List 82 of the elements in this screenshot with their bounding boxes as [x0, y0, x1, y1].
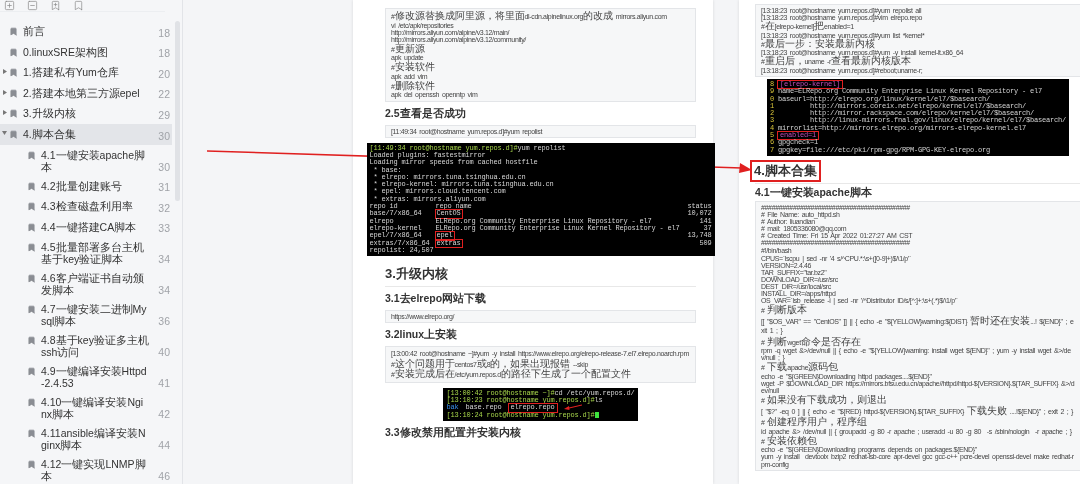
bookmark-icon	[27, 336, 36, 346]
outline-title: 4.6客户端证书自动颁发脚本	[41, 272, 145, 297]
outline-item[interactable]: 0.linuxSRE架构图 18	[0, 41, 172, 63]
outline-title: 1.搭建私有Yum仓库	[23, 66, 120, 79]
bookmark-icon	[27, 305, 36, 315]
page-number: 33	[158, 222, 170, 235]
outline-item[interactable]: 4.9一键编译安装Httpd-2.4.53 41	[0, 361, 172, 393]
collapse-all-icon[interactable]	[27, 0, 38, 11]
subsection-heading: 3.3修改禁用配置并安装内核	[385, 425, 522, 439]
outline-item[interactable]: 4.3检查磁盘利用率 32	[0, 196, 172, 217]
outline-title: 4.8基于key验证多主机ssh访问	[41, 334, 149, 359]
outline-title: 0.linuxSRE架构图	[23, 45, 109, 58]
outline-item[interactable]: 3.升级内核 29	[0, 103, 172, 124]
outline-title: 4.3检查磁盘利用率	[41, 200, 134, 213]
outline-title: 4.9一键编译安装Httpd-2.4.53	[41, 365, 148, 390]
page-number: 30	[158, 129, 170, 142]
subsection-heading: 4.1一键安装apache脚本	[755, 185, 873, 199]
bookmark-icon	[27, 274, 36, 284]
page-number: 30	[158, 160, 170, 173]
outline-title: 4.11ansible编译安装Nginx脚本	[41, 427, 147, 452]
outline-title: 4.脚本合集	[23, 127, 77, 140]
page-number: 18	[158, 26, 170, 39]
bookmark-icon	[27, 243, 36, 253]
outline-item[interactable]: 4.1一键安装apache脚本 30	[0, 144, 172, 176]
outline-title: 4.7一键安装二进制Mysql脚本	[41, 303, 148, 328]
page-number: 44	[158, 439, 170, 452]
outline-title: 4.5批量部署多台主机基于key验证脚本	[41, 241, 145, 266]
subsection-heading: 2.5查看是否成功	[385, 106, 467, 120]
subsection-heading: 3.1去elrepo网站下载	[385, 292, 488, 306]
outline-item[interactable]: 1.搭建私有Yum仓库 20	[0, 62, 172, 83]
outline-item[interactable]: 4.11ansible编译安装Nginx脚本 44	[0, 423, 172, 455]
outline-item[interactable]: 4.10一键编译安装Nginx脚本 42	[0, 392, 172, 424]
page-number: 36	[158, 315, 170, 328]
outline-title: 4.1一键安装apache脚本	[41, 148, 147, 173]
page-number: 34	[158, 253, 170, 266]
page-number: 46	[158, 470, 170, 483]
outline-item[interactable]: 4.2批量创建账号 31	[0, 175, 172, 197]
page-number: 41	[158, 377, 170, 390]
expand-all-icon[interactable]	[4, 0, 15, 11]
page-number: 32	[158, 201, 170, 214]
outline-item[interactable]: 4.7一键安装二进制Mysql脚本 36	[0, 299, 172, 331]
outline-item[interactable]: 4.12一键实现LNMP脚本 46	[0, 454, 172, 484]
outline-title: 4.12一键实现LNMP脚本	[41, 458, 147, 483]
section-heading: 4.脚本合集	[750, 159, 821, 182]
page-number: 18	[158, 47, 170, 60]
page-number: 22	[158, 88, 170, 101]
outline-title: 前言	[23, 25, 46, 37]
bookmark-icon	[9, 47, 18, 57]
outline-item[interactable]: 前言 18	[0, 21, 172, 42]
caret-right-icon[interactable]	[2, 110, 7, 116]
bookmark-icon	[27, 367, 36, 377]
section-heading: 3.升级内核	[385, 266, 448, 283]
outline-title: 4.2批量创建账号	[41, 179, 123, 192]
page-number: 29	[158, 108, 170, 121]
caret-down-icon[interactable]	[2, 130, 7, 135]
bookmark-icon	[27, 429, 36, 439]
page-number: 31	[158, 181, 170, 194]
outline-item[interactable]: 4.6客户端证书自动颁发脚本 34	[0, 268, 172, 300]
page-number: 40	[158, 346, 170, 359]
outline-item[interactable]: 4.脚本合集 30	[0, 123, 172, 145]
outline-title: 2.搭建本地第三方源epel	[23, 86, 141, 99]
bookmark-icon	[27, 398, 36, 408]
arrow-icon	[563, 404, 582, 412]
bookmark-icon	[27, 460, 36, 470]
page-number: 42	[158, 408, 170, 421]
bookmark-icon	[9, 27, 18, 36]
subsection-heading: 3.2linux上安装	[385, 328, 459, 342]
bookmark-icon	[27, 181, 36, 191]
page-number: 34	[158, 284, 170, 297]
caret-right-icon[interactable]	[2, 89, 7, 95]
outline-title: 4.10一键编译安装Nginx脚本	[41, 396, 145, 421]
page-number: 20	[158, 67, 170, 80]
bookmark-icon	[27, 150, 36, 160]
caret-right-icon[interactable]	[2, 69, 7, 75]
outline-item[interactable]: 4.5批量部署多台主机基于key验证脚本 34	[0, 237, 172, 269]
outline-title: 3.升级内核	[23, 107, 77, 120]
outline-item[interactable]: 4.8基于key验证多主机ssh访问 40	[0, 330, 172, 362]
bookmark-icon[interactable]	[73, 0, 84, 11]
outline-item[interactable]: 2.搭建本地第三方源epel 22	[0, 82, 172, 104]
outline-title: 4.4一键搭建CA脚本	[41, 220, 138, 233]
outline-item[interactable]: 4.4一键搭建CA脚本 33	[0, 216, 172, 238]
add-bookmark-icon[interactable]	[50, 0, 61, 11]
